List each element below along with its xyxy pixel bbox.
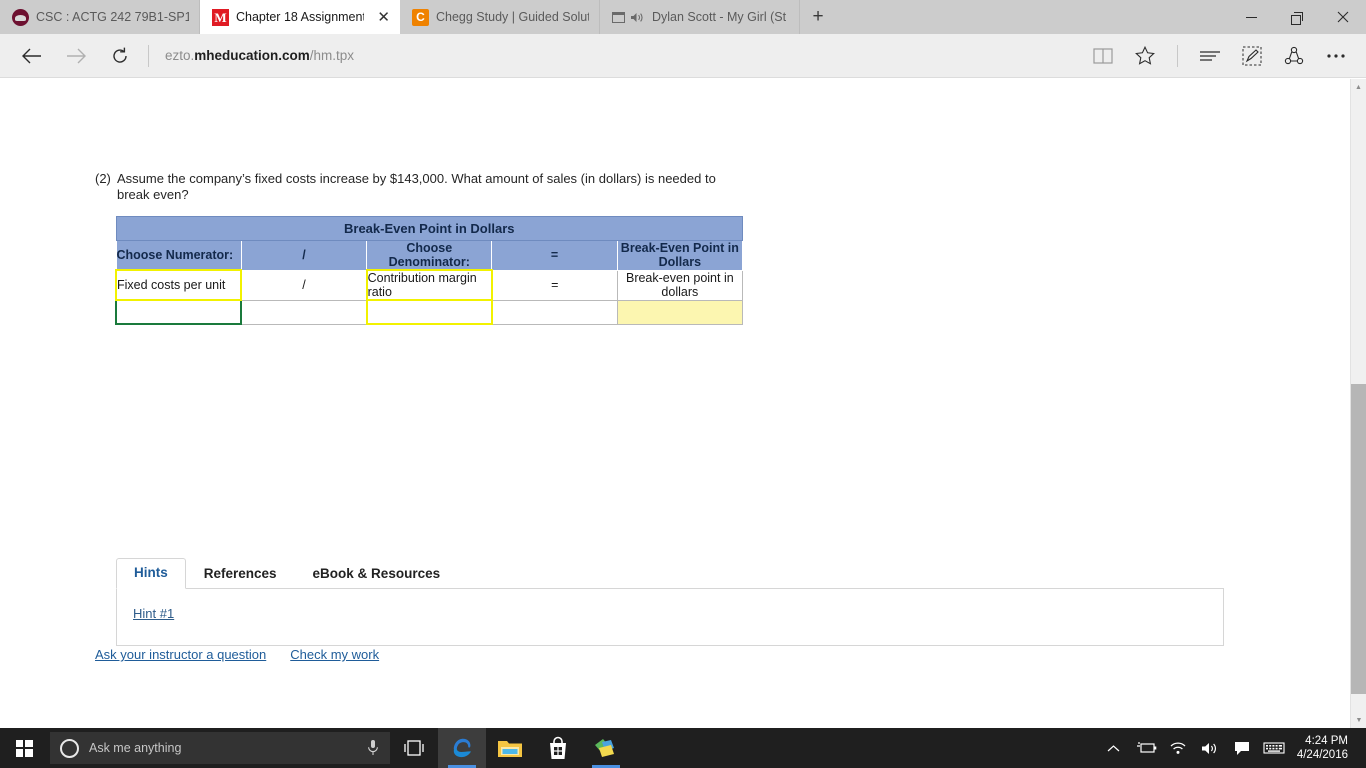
scroll-down-arrow-icon[interactable]: ▼ — [1351, 712, 1366, 728]
action-center-icon[interactable] — [1227, 728, 1257, 768]
tab-strip: CSC : ACTG 242 79B1-SP16- M Chapter 18 A… — [0, 0, 1366, 34]
clock-date: 4/24/2016 — [1296, 749, 1348, 761]
vertical-scrollbar[interactable]: ▲ ▼ — [1350, 79, 1366, 728]
csc-logo-icon — [12, 8, 29, 26]
page-footer-links: Ask your instructor a question Check my … — [95, 647, 379, 662]
browser-tab-3[interactable]: C Chegg Study | Guided Solut — [400, 0, 600, 34]
header-divide-operator: / — [240, 240, 368, 271]
wifi-icon[interactable] — [1163, 728, 1193, 768]
denominator-dropdown[interactable]: Contribution margin ratio — [365, 269, 493, 301]
hub-icon[interactable] — [1190, 36, 1230, 76]
scrollbar-thumb[interactable] — [1351, 384, 1366, 694]
close-tab-icon[interactable]: ✕ — [377, 9, 390, 25]
numerator-value-input[interactable] — [114, 299, 243, 325]
browser-tab-title: Chegg Study | Guided Solut — [436, 10, 589, 24]
refresh-icon[interactable] — [98, 36, 142, 76]
tab-hints[interactable]: Hints — [116, 558, 186, 589]
equals-operator-cell: = — [491, 269, 618, 301]
tab-ebook-resources[interactable]: eBook & Resources — [295, 559, 459, 589]
restore-button[interactable] — [1274, 0, 1320, 34]
toolbar-divider — [1177, 44, 1178, 67]
question-prompt: (2) Assume the company’s fixed costs inc… — [95, 171, 735, 202]
url-path: /hm.tpx — [309, 48, 355, 63]
equals-blank-cell — [491, 299, 618, 325]
browser-tab-2[interactable]: M Chapter 18 Assignment ✕ — [200, 0, 400, 34]
speaker-audio-icon[interactable] — [630, 11, 645, 24]
page-viewport: (2) Assume the company’s fixed costs inc… — [0, 79, 1366, 728]
check-my-work-link[interactable]: Check my work — [290, 647, 379, 662]
divide-operator-cell: / — [240, 269, 368, 301]
result-label-cell: Break-even point in dollars — [616, 269, 744, 301]
show-hidden-icons-icon[interactable] — [1099, 728, 1129, 768]
volume-icon[interactable] — [1195, 728, 1225, 768]
browser-tab-title: Chapter 18 Assignment — [236, 10, 365, 24]
header-equals-operator: = — [491, 240, 618, 271]
taskbar-clock[interactable]: 4:24 PM 4/24/2016 — [1291, 734, 1358, 762]
forward-arrow-icon[interactable] — [54, 36, 98, 76]
table-title: Break-Even Point in Dollars — [115, 216, 743, 241]
question-number: (2) — [95, 171, 111, 186]
mcgraw-hill-m-icon: M — [212, 8, 229, 26]
tab-media-indicators — [612, 11, 645, 24]
navigation-toolbar: ezto. mheducation.com/hm.tpx — [0, 34, 1366, 78]
chegg-c-icon: C — [412, 8, 429, 26]
tab-references[interactable]: References — [186, 559, 295, 589]
header-choose-denominator: Choose Denominator: — [366, 240, 493, 271]
clock-time: 4:24 PM — [1305, 735, 1348, 747]
windows-taskbar: Ask me anything 4:24 PM 4/24/2016 — [0, 728, 1366, 768]
hints-panel: Hint #1 — [116, 589, 1224, 646]
cortana-circle-icon — [60, 738, 79, 758]
denominator-value-input[interactable] — [365, 299, 493, 325]
browser-tab-1[interactable]: CSC : ACTG 242 79B1-SP16- — [0, 0, 200, 34]
task-view-icon[interactable] — [390, 728, 438, 768]
new-tab-button[interactable]: + — [800, 0, 836, 34]
table-header-row: Choose Numerator: / Choose Denominator: … — [115, 240, 744, 271]
close-window-button[interactable] — [1320, 0, 1366, 34]
toolbar-divider — [148, 44, 149, 67]
table-title-row: Break-Even Point in Dollars — [115, 216, 743, 241]
microphone-icon[interactable] — [366, 739, 380, 757]
break-even-answer-field[interactable] — [616, 299, 744, 325]
browser-tab-title: Dylan Scott - My Girl (St — [652, 10, 787, 24]
tab-list: Hints References eBook & Resources — [116, 555, 1224, 589]
search-input[interactable]: Ask me anything — [89, 741, 356, 755]
reading-view-icon[interactable] — [1083, 36, 1123, 76]
more-options-icon[interactable] — [1316, 36, 1356, 76]
browser-tab-title: CSC : ACTG 242 79B1-SP16- — [36, 10, 189, 24]
browser-toolbar-actions — [1083, 36, 1356, 76]
battery-icon[interactable] — [1131, 728, 1161, 768]
share-icon[interactable] — [1274, 36, 1314, 76]
browser-tab-4[interactable]: Dylan Scott - My Girl (St — [600, 0, 800, 34]
url-domain: mheducation.com — [194, 48, 310, 63]
cortana-search-box[interactable]: Ask me anything — [50, 732, 390, 764]
windows-start-icon[interactable] — [0, 728, 48, 768]
pin-window-icon — [612, 11, 625, 23]
back-arrow-icon[interactable] — [10, 36, 54, 76]
url-scheme-prefix: ezto. — [165, 48, 195, 63]
hint-1-link[interactable]: Hint #1 — [133, 606, 174, 621]
favorites-star-icon[interactable] — [1125, 36, 1165, 76]
scroll-up-arrow-icon[interactable]: ▲ — [1351, 79, 1366, 95]
microsoft-store-icon[interactable] — [534, 728, 582, 768]
edge-icon[interactable] — [438, 728, 486, 768]
divide-blank-cell — [240, 299, 368, 325]
address-bar[interactable]: ezto. mheducation.com/hm.tpx — [159, 41, 1083, 71]
table-row: Fixed costs per unit / Contribution marg… — [114, 269, 744, 301]
file-explorer-icon[interactable] — [486, 728, 534, 768]
table-row — [114, 299, 744, 325]
system-tray: 4:24 PM 4/24/2016 — [1099, 728, 1366, 768]
resources-tab-widget: Hints References eBook & Resources Hint … — [116, 555, 1224, 646]
numerator-dropdown[interactable]: Fixed costs per unit — [114, 269, 243, 301]
break-even-point-table: Break-Even Point in Dollars Choose Numer… — [114, 216, 744, 325]
web-note-icon[interactable] — [1232, 36, 1272, 76]
header-choose-numerator: Choose Numerator: — [115, 240, 242, 271]
header-break-even-point: Break-Even Point in Dollars — [616, 240, 744, 271]
browser-window: CSC : ACTG 242 79B1-SP16- M Chapter 18 A… — [0, 0, 1366, 728]
ask-instructor-link[interactable]: Ask your instructor a question — [95, 647, 266, 662]
keyboard-icon[interactable] — [1259, 728, 1289, 768]
minimize-button[interactable] — [1228, 0, 1274, 34]
window-controls — [1228, 0, 1366, 34]
photos-icon[interactable] — [582, 728, 630, 768]
question-text: Assume the company’s fixed costs increas… — [117, 171, 716, 202]
